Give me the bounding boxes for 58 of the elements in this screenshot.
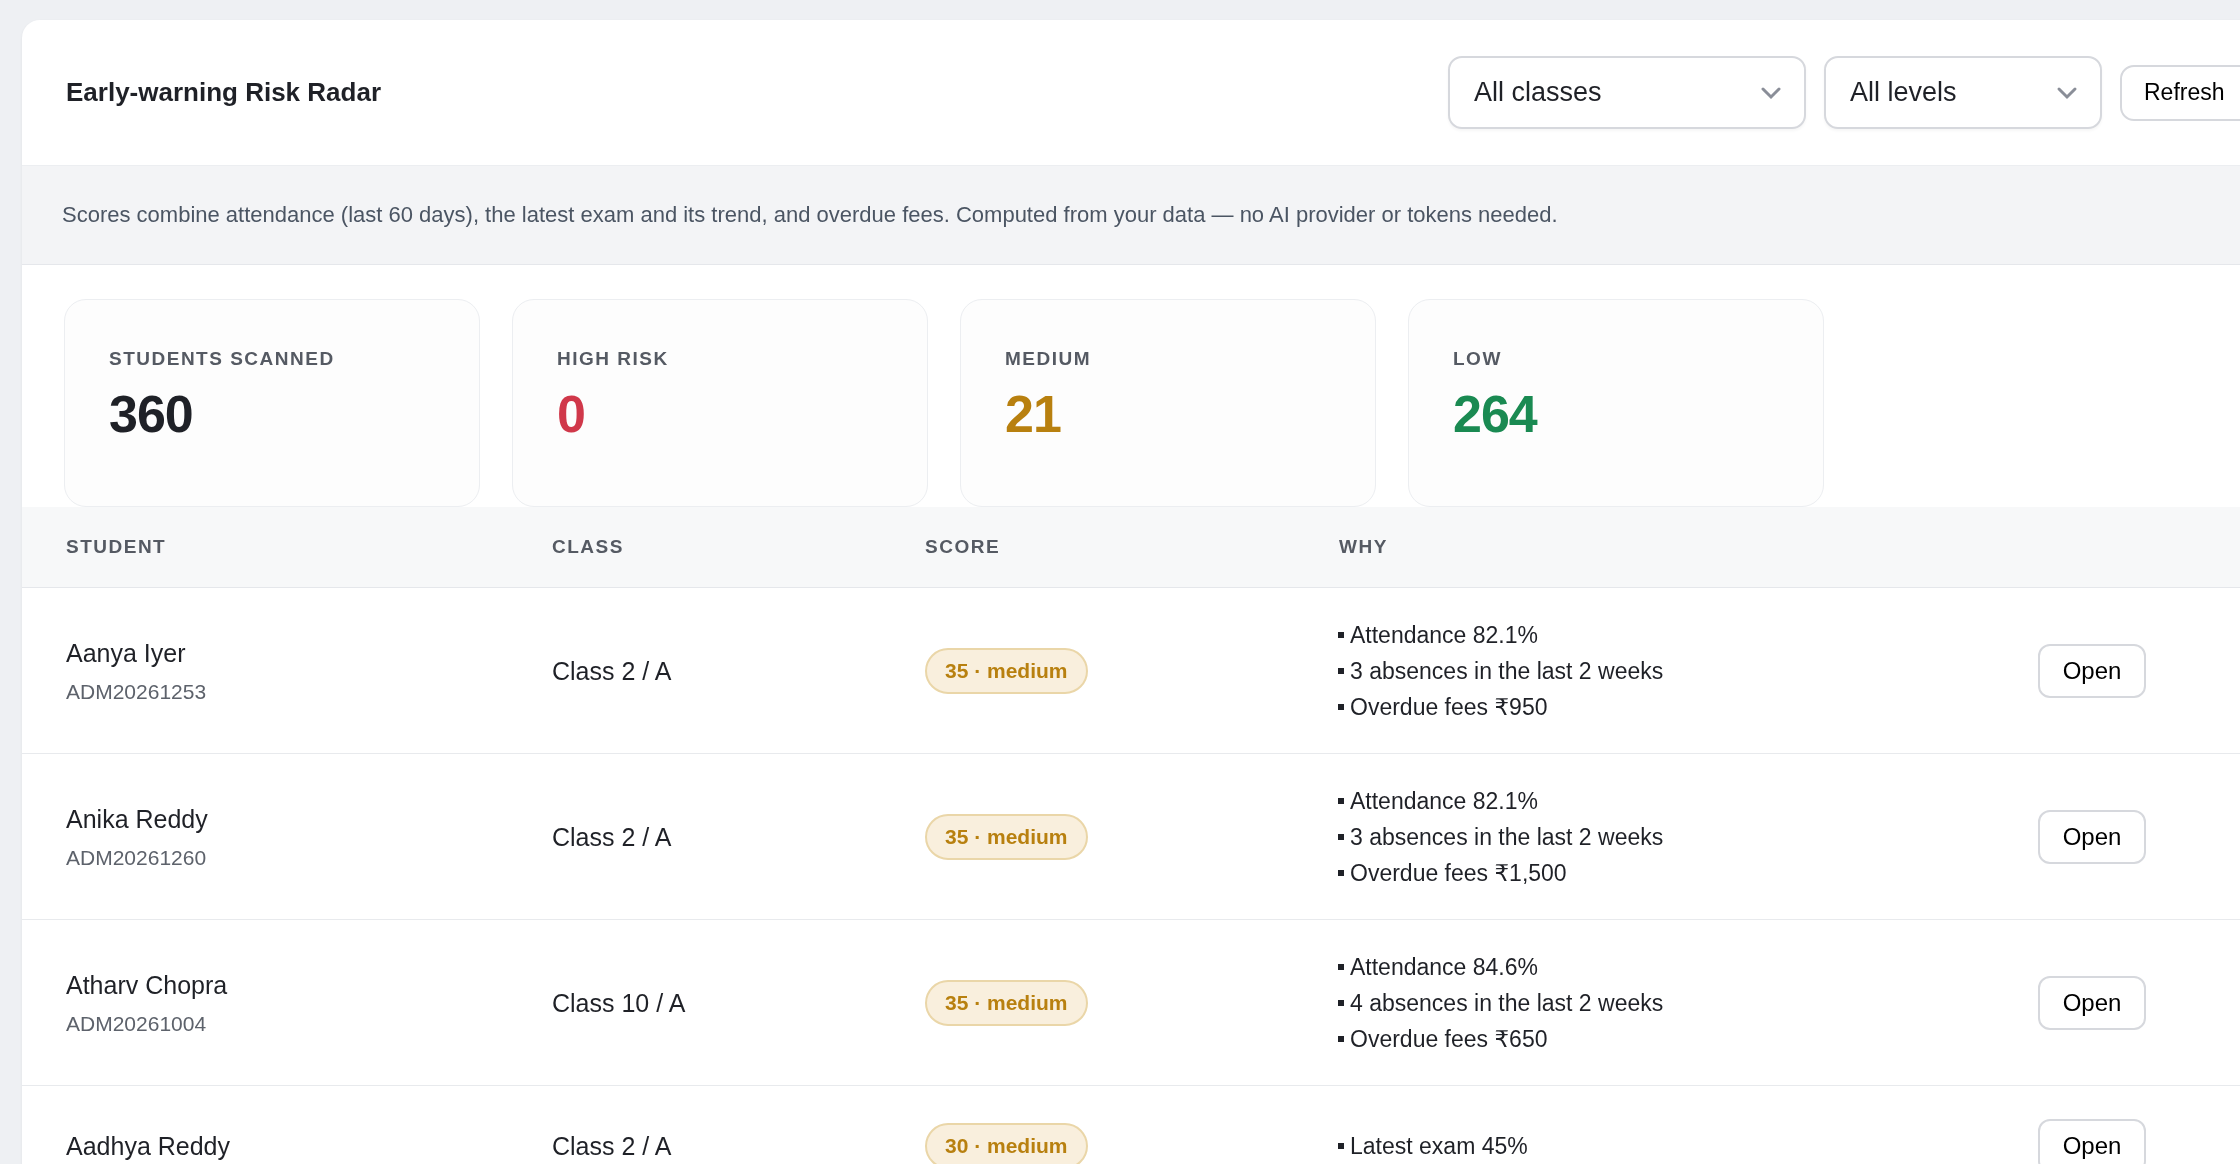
- refresh-button[interactable]: Refresh: [2120, 64, 2240, 121]
- bullet-icon: [1338, 798, 1344, 804]
- class-cell-text: Class 2 / A: [552, 656, 673, 686]
- score-badge: 35 · medium: [925, 648, 1088, 694]
- reason-text: Overdue fees ₹1,500: [1350, 859, 1567, 887]
- open-button[interactable]: Open: [2038, 976, 2146, 1030]
- class-cell-text: Class 10 / A: [552, 988, 687, 1018]
- student-name: Atharv Chopra: [66, 970, 229, 1000]
- reason-text: Overdue fees ₹650: [1350, 1025, 1548, 1053]
- stat-value: 360: [109, 384, 194, 444]
- bullet-icon: [1338, 834, 1344, 840]
- student-name: Anika Reddy: [66, 804, 209, 834]
- reason-text: Latest exam 45%: [1350, 1132, 1528, 1160]
- column-header: SCORE: [925, 536, 1002, 558]
- open-button[interactable]: Open: [2038, 644, 2146, 698]
- reason-text: 4 absences in the last 2 weeks: [1350, 989, 1664, 1017]
- reason-text: 3 absences in the last 2 weeks: [1350, 657, 1664, 685]
- stat-label: LOW: [1453, 348, 1503, 370]
- stat-label: STUDENTS SCANNED: [109, 348, 336, 370]
- bullet-icon: [1338, 668, 1344, 674]
- reason-text: Attendance 82.1%: [1350, 787, 1538, 815]
- student-name: Aanya Iyer: [66, 638, 187, 668]
- reason-text: Overdue fees ₹950: [1350, 693, 1548, 721]
- column-header: CLASS: [552, 536, 625, 558]
- info-note: Scores combine attendance (last 60 days), the latest exam and its trend, and overdue fees. Computed from your data — no AI provider or tokens needed.: [22, 165, 2240, 265]
- bullet-icon: [1338, 1000, 1344, 1006]
- admission-number: ADM20261253: [66, 679, 208, 704]
- bullet-icon: [1338, 1143, 1344, 1149]
- filter-dropdown[interactable]: All levels: [1824, 56, 2102, 129]
- stat-value: 0: [557, 384, 586, 444]
- bullet-icon: [1338, 1036, 1344, 1042]
- chevron-down-icon: [2056, 85, 2078, 100]
- column-header: STUDENT: [66, 536, 168, 558]
- chevron-down-icon: [1760, 85, 1782, 100]
- stat-label: HIGH RISK: [557, 348, 670, 370]
- class-cell-text: Class 2 / A: [552, 1131, 673, 1161]
- stat-value: 21: [1005, 384, 1062, 444]
- stat-value: 264: [1453, 384, 1539, 444]
- bullet-icon: [1338, 870, 1344, 876]
- bullet-icon: [1338, 632, 1344, 638]
- score-badge: 35 · medium: [925, 814, 1088, 860]
- page-title: Early-warning Risk Radar: [66, 77, 382, 108]
- score-badge: 30 · medium: [925, 1123, 1088, 1164]
- admission-number: ADM20261004: [66, 1011, 208, 1036]
- bullet-icon: [1338, 964, 1344, 970]
- reason-text: 3 absences in the last 2 weeks: [1350, 823, 1664, 851]
- reason-text: Attendance 84.6%: [1350, 953, 1538, 981]
- column-header: WHY: [1339, 536, 1389, 558]
- admission-number: ADM20261260: [66, 845, 208, 870]
- open-button[interactable]: Open: [2038, 810, 2146, 864]
- student-name: Aadhya Reddy: [66, 1131, 231, 1161]
- filter-dropdown[interactable]: All classes: [1448, 56, 1806, 129]
- open-button[interactable]: Open: [2038, 1119, 2146, 1164]
- class-cell-text: Class 2 / A: [552, 822, 673, 852]
- bullet-icon: [1338, 704, 1344, 710]
- stat-label: MEDIUM: [1005, 348, 1093, 370]
- reason-text: Attendance 82.1%: [1350, 621, 1538, 649]
- score-badge: 35 · medium: [925, 980, 1088, 1026]
